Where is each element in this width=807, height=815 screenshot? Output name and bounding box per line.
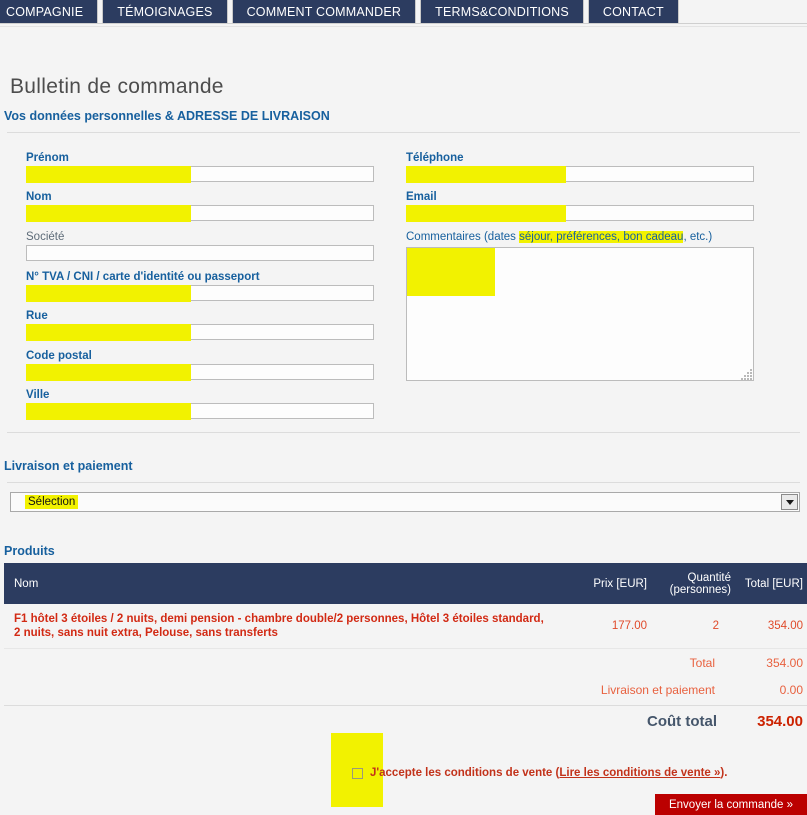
consent-text-after: ). bbox=[720, 767, 728, 779]
products-table-header: Nom Prix [EUR] Quantité (personnes) Tota… bbox=[4, 563, 807, 604]
column-header-quantity: Quantité (personnes) bbox=[647, 572, 733, 596]
section-divider-delivery-bottom bbox=[7, 482, 800, 483]
nav-tab-label: TERMS&CONDITIONS bbox=[435, 4, 569, 19]
product-quantity: 2 bbox=[712, 620, 719, 632]
input-rue[interactable] bbox=[26, 324, 374, 340]
label-nom: Nom bbox=[26, 191, 52, 203]
main-navigation: COMPAGNIE TÉMOIGNAGES COMMENT COMMANDER … bbox=[0, 0, 807, 23]
grand-total-value: 354.00 bbox=[757, 712, 803, 730]
consent-row: J'accepte les conditions de vente (Lire … bbox=[352, 767, 727, 779]
section-heading-delivery: Livraison et paiement bbox=[4, 459, 133, 473]
label-code-postal: Code postal bbox=[26, 350, 92, 362]
section-divider-delivery-top bbox=[7, 432, 800, 433]
summary-value-shipping: 0.00 bbox=[779, 682, 803, 697]
section-heading-products: Produits bbox=[4, 544, 55, 558]
label-rue: Rue bbox=[26, 310, 48, 322]
input-code-postal[interactable] bbox=[26, 364, 374, 380]
input-nom[interactable] bbox=[26, 205, 374, 221]
textarea-commentaires[interactable] bbox=[406, 247, 754, 381]
label-commentaires-highlight: séjour, préférences, bon cadeau bbox=[519, 231, 684, 243]
input-societe[interactable] bbox=[26, 245, 374, 261]
input-telephone[interactable] bbox=[406, 166, 754, 182]
nav-tab-terms-conditions[interactable]: TERMS&CONDITIONS bbox=[420, 0, 584, 23]
column-header-quantity-line2: (personnes) bbox=[669, 583, 731, 596]
grand-total-label: Coût total bbox=[647, 712, 717, 730]
summary-row-total: Total 354.00 bbox=[4, 649, 807, 676]
column-header-name: Nom bbox=[14, 577, 39, 590]
nav-divider bbox=[0, 23, 807, 24]
input-ville[interactable] bbox=[26, 403, 374, 419]
label-prenom: Prénom bbox=[26, 152, 69, 164]
label-commentaires-part3: , etc.) bbox=[683, 231, 713, 243]
nav-tab-label: CONTACT bbox=[602, 4, 664, 19]
section-heading-personal: Vos données personnelles & ADRESSE DE LI… bbox=[4, 109, 330, 123]
select-livraison-paiement[interactable]: Sélection bbox=[10, 492, 800, 512]
summary-value-total: 354.00 bbox=[766, 655, 803, 670]
product-name: F1 hôtel 3 étoiles / 2 nuits, demi pensi… bbox=[14, 613, 544, 639]
input-tva-cni[interactable] bbox=[26, 285, 374, 301]
nav-tab-contact[interactable]: CONTACT bbox=[587, 0, 679, 23]
link-read-terms[interactable]: Lire les conditions de vente » bbox=[559, 767, 720, 779]
select-livraison-value: Sélection bbox=[25, 495, 79, 509]
summary-row-shipping: Livraison et paiement 0.00 bbox=[4, 676, 807, 703]
table-row: F1 hôtel 3 étoiles / 2 nuits, demi pensi… bbox=[4, 604, 807, 649]
nav-tab-compagnie[interactable]: COMPAGNIE bbox=[0, 0, 99, 23]
label-email: Email bbox=[406, 191, 437, 203]
nav-tab-temoignages[interactable]: TÉMOIGNAGES bbox=[102, 0, 228, 23]
submit-order-button[interactable]: Envoyer la commande » bbox=[654, 794, 807, 815]
consent-text-before: J'accepte les conditions de vente ( bbox=[370, 767, 560, 779]
label-telephone: Téléphone bbox=[406, 152, 464, 164]
label-commentaires-part1: Commentaires (dates bbox=[406, 231, 520, 243]
nav-tab-label: COMMENT COMMANDER bbox=[246, 4, 402, 19]
page-content: Bulletin de commande Vos données personn… bbox=[0, 27, 807, 815]
checkbox-accept-terms[interactable] bbox=[352, 767, 363, 779]
grand-total-row: Coût total 354.00 bbox=[4, 706, 807, 736]
summary-label-shipping: Livraison et paiement bbox=[600, 682, 715, 697]
label-ville: Ville bbox=[26, 389, 50, 401]
product-total: 354.00 bbox=[767, 620, 803, 632]
summary-label-total: Total bbox=[689, 655, 715, 670]
product-price: 177.00 bbox=[611, 620, 647, 632]
column-header-price: Prix [EUR] bbox=[593, 577, 647, 590]
nav-tab-comment-commander[interactable]: COMMENT COMMANDER bbox=[231, 0, 417, 23]
label-societe: Société bbox=[26, 231, 65, 243]
column-header-total: Total [EUR] bbox=[744, 577, 803, 590]
section-divider-personal bbox=[7, 132, 800, 133]
label-tva-cni: N° TVA / CNI / carte d'identité ou passe… bbox=[26, 271, 260, 283]
input-prenom[interactable] bbox=[26, 166, 374, 182]
chevron-down-icon[interactable] bbox=[781, 494, 798, 510]
nav-tab-label: COMPAGNIE bbox=[6, 4, 84, 19]
input-email[interactable] bbox=[406, 205, 754, 221]
label-commentaires: Commentaires (dates séjour, préférences,… bbox=[406, 231, 712, 243]
nav-tab-label: TÉMOIGNAGES bbox=[117, 4, 213, 19]
products-table: Nom Prix [EUR] Quantité (personnes) Tota… bbox=[4, 563, 807, 736]
column-header-quantity-line1: Quantité bbox=[687, 571, 731, 584]
page-title: Bulletin de commande bbox=[10, 75, 224, 99]
